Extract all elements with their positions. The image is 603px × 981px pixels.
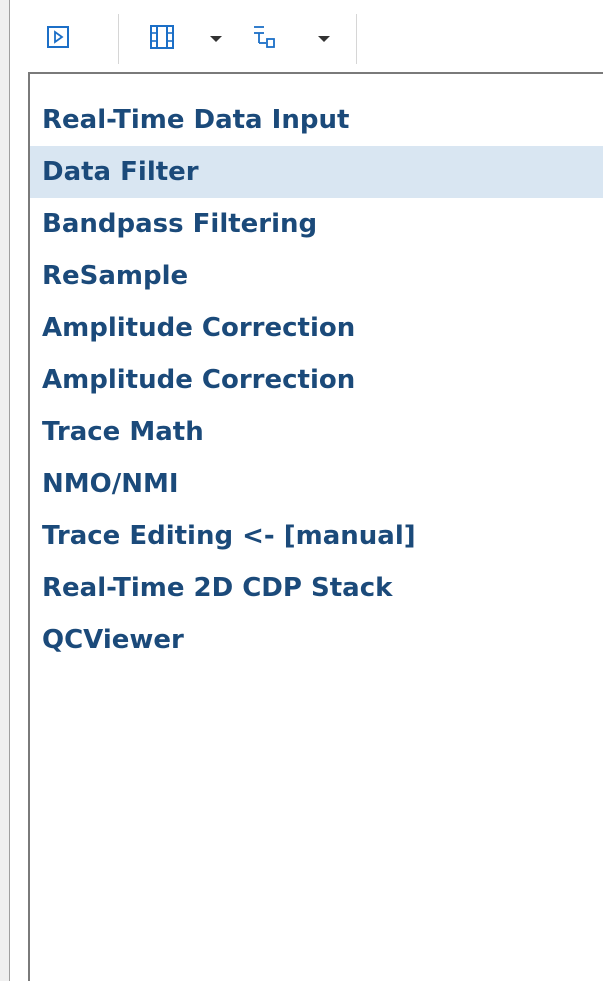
list-item[interactable]: Trace Math [30,406,603,458]
frames-dropdown-button[interactable] [206,22,226,56]
frames-icon [149,24,175,54]
tree-list-dropdown-button[interactable] [314,22,334,56]
list-item[interactable]: Real-Time 2D CDP Stack [30,562,603,614]
list-item[interactable]: NMO/NMI [30,458,603,510]
toolbar-separator [356,14,357,64]
flow-list-panel: Real-Time Data Input Data Filter Bandpas… [28,72,603,981]
list-item[interactable]: Bandpass Filtering [30,198,603,250]
run-button[interactable] [40,22,76,56]
app-window: Real-Time Data Input Data Filter Bandpas… [0,0,603,981]
chevron-down-icon [318,36,330,42]
list-item[interactable]: ReSample [30,250,603,302]
tree-list-button[interactable] [246,22,282,56]
list-item-selected[interactable]: Data Filter [30,146,603,198]
chevron-down-icon [210,36,222,42]
flow-list: Real-Time Data Input Data Filter Bandpas… [30,94,603,666]
toolbar-separator [118,14,119,64]
run-icon [46,25,70,53]
list-item[interactable]: QCViewer [30,614,603,666]
left-edge-panel [0,0,10,981]
frames-button[interactable] [144,22,180,56]
toolbar [10,0,603,72]
list-item[interactable]: Real-Time Data Input [30,94,603,146]
tree-list-icon [250,23,278,55]
list-item[interactable]: Amplitude Correction [30,354,603,406]
list-item[interactable]: Amplitude Correction [30,302,603,354]
list-item[interactable]: Trace Editing <- [manual] [30,510,603,562]
